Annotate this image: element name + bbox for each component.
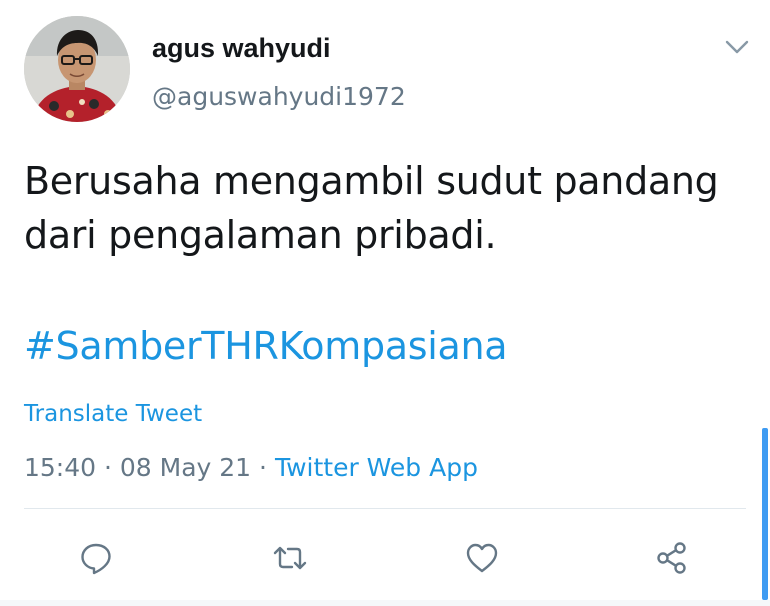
tweet-text-line: Berusaha mengambil sudut pandang	[24, 159, 719, 203]
reply-icon	[81, 543, 111, 575]
tweet-time[interactable]: 15:40	[24, 453, 96, 482]
share-button[interactable]	[652, 538, 692, 578]
avatar-image	[24, 16, 130, 122]
like-button[interactable]	[462, 538, 502, 578]
tweet-date[interactable]: 08 May 21	[120, 453, 251, 482]
chevron-down-icon[interactable]	[722, 36, 752, 58]
retweet-button[interactable]	[270, 538, 310, 578]
display-name[interactable]: agus wahyudi	[152, 32, 331, 64]
tweet-actions	[0, 530, 770, 590]
bottom-border	[0, 600, 770, 606]
tweet-meta: 15:40 · 08 May 21 · Twitter Web App	[24, 452, 478, 484]
divider	[24, 508, 746, 509]
user-handle[interactable]: @aguswahyudi1972	[152, 82, 406, 112]
avatar[interactable]	[24, 16, 130, 122]
tweet-card: agus wahyudi @aguswahyudi1972 Berusaha m…	[0, 0, 770, 606]
translate-tweet-link[interactable]: Translate Tweet	[24, 400, 202, 428]
retweet-icon	[273, 546, 307, 570]
share-icon	[657, 542, 686, 574]
meta-separator: ·	[96, 453, 120, 482]
reply-button[interactable]	[76, 538, 116, 578]
heart-icon	[466, 543, 498, 573]
tweet-source-link[interactable]: Twitter Web App	[275, 453, 478, 482]
meta-separator: ·	[251, 453, 275, 482]
tweet-text: Berusaha mengambil sudut pandang dari pe…	[24, 154, 754, 262]
hashtag-link[interactable]: #SamberTHRKompasiana	[24, 320, 508, 372]
tweet-text-line: dari pengalaman pribadi.	[24, 213, 497, 257]
